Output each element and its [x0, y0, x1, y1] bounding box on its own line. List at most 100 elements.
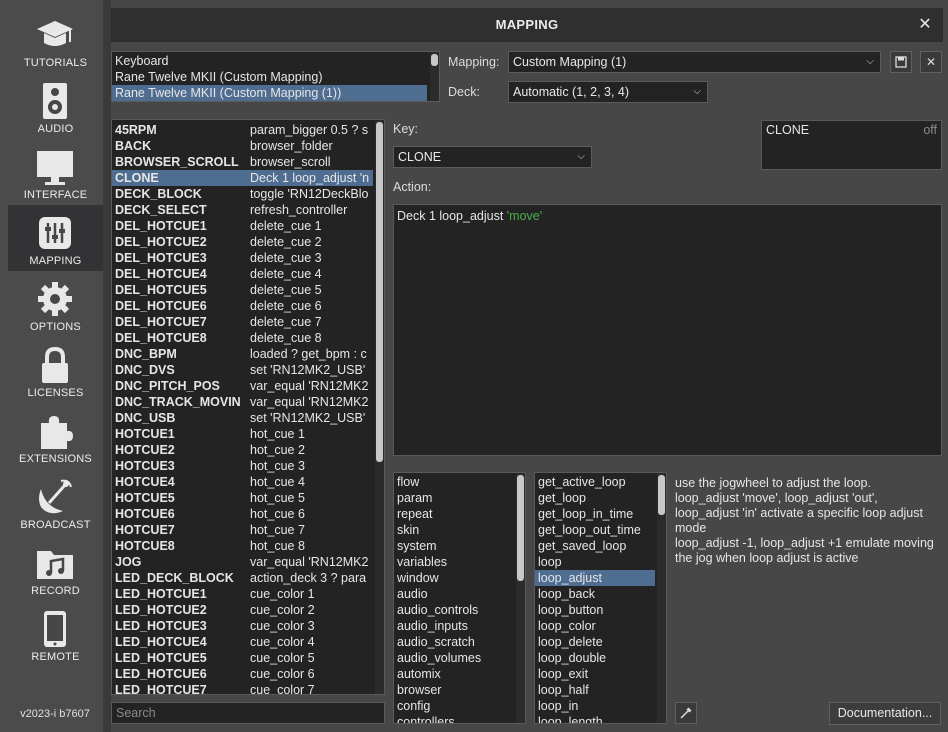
table-row[interactable]: DEL_HOTCUE5 delete_cue 5 — [112, 282, 373, 298]
deck-dropdown[interactable]: Automatic (1, 2, 3, 4) ⌵ — [508, 81, 708, 103]
sidebar-item-audio[interactable]: AUDIO — [8, 73, 103, 139]
action-editor[interactable]: Deck 1 loop_adjust 'move' — [393, 204, 942, 456]
eyedropper-icon[interactable] — [675, 702, 697, 724]
mapping-table-scrollbar[interactable] — [375, 120, 384, 694]
category-item[interactable]: audio_controls — [394, 602, 514, 618]
table-row[interactable]: LED_HOTCUE1 cue_color 1 — [112, 586, 373, 602]
table-row[interactable]: HOTCUE8 hot_cue 8 — [112, 538, 373, 554]
controller-list-item[interactable]: Keyboard — [112, 53, 427, 69]
table-row[interactable]: LED_HOTCUE6 cue_color 6 — [112, 666, 373, 682]
category-item[interactable]: automix — [394, 666, 514, 682]
table-row[interactable]: DEL_HOTCUE3 delete_cue 3 — [112, 250, 373, 266]
category-item[interactable]: variables — [394, 554, 514, 570]
table-row[interactable]: DNC_DVS set 'RN12MK2_USB' — [112, 362, 373, 378]
sidebar-item-extensions[interactable]: EXTENSIONS — [8, 403, 103, 469]
verb-item[interactable]: get_loop — [535, 490, 655, 506]
sidebar-item-options[interactable]: OPTIONS — [8, 271, 103, 337]
sidebar-item-licenses[interactable]: LICENSES — [8, 337, 103, 403]
table-row[interactable]: HOTCUE2 hot_cue 2 — [112, 442, 373, 458]
sidebar-item-interface[interactable]: INTERFACE — [8, 139, 103, 205]
mapping-dropdown[interactable]: Custom Mapping (1) ⌵ — [508, 51, 881, 73]
controller-list-item[interactable]: Rane Twelve MKII (Custom Mapping (1)) — [112, 85, 427, 101]
category-item[interactable]: config — [394, 698, 514, 714]
sidebar-item-broadcast[interactable]: BROADCAST — [8, 469, 103, 535]
key-dropdown[interactable]: CLONE ⌵ — [393, 146, 592, 168]
documentation-button[interactable]: Documentation... — [829, 702, 941, 725]
verb-item[interactable]: loop_back — [535, 586, 655, 602]
verb-item[interactable]: loop_button — [535, 602, 655, 618]
verb-item[interactable]: get_loop_in_time — [535, 506, 655, 522]
category-list[interactable]: flow param repeat skin system variables window… — [393, 472, 526, 724]
table-row[interactable]: LED_HOTCUE3 cue_color 3 — [112, 618, 373, 634]
verb-item[interactable]: loop_length — [535, 714, 655, 723]
category-item[interactable]: audio — [394, 586, 514, 602]
table-row[interactable]: HOTCUE5 hot_cue 5 — [112, 490, 373, 506]
controller-list[interactable]: Keyboard Rane Twelve MKII (Custom Mapping… — [111, 51, 440, 102]
table-row[interactable]: HOTCUE1 hot_cue 1 — [112, 426, 373, 442]
table-row[interactable]: BACK browser_folder — [112, 138, 373, 154]
table-row[interactable]: DNC_BPM loaded ? get_bpm : c — [112, 346, 373, 362]
save-icon[interactable] — [890, 51, 912, 73]
table-row[interactable]: LED_HOTCUE4 cue_color 4 — [112, 634, 373, 650]
table-row[interactable]: CLONE Deck 1 loop_adjust 'n — [112, 170, 373, 186]
table-row[interactable]: HOTCUE3 hot_cue 3 — [112, 458, 373, 474]
sidebar-item-remote[interactable]: REMOTE — [8, 601, 103, 667]
table-row[interactable]: BROWSER_SCROLL browser_scroll — [112, 154, 373, 170]
category-item[interactable]: repeat — [394, 506, 514, 522]
table-row[interactable]: DNC_TRACK_MOVIN var_equal 'RN12MK2 — [112, 394, 373, 410]
verb-item[interactable]: get_saved_loop — [535, 538, 655, 554]
table-row[interactable]: 45RPM param_bigger 0.5 ? s — [112, 122, 373, 138]
table-row[interactable]: LED_HOTCUE7 cue_color 7 — [112, 682, 373, 694]
table-row[interactable]: HOTCUE7 hot_cue 7 — [112, 522, 373, 538]
close-icon[interactable]: ✕ — [915, 15, 935, 35]
search-input[interactable]: Search — [111, 702, 385, 724]
verb-item[interactable]: loop_double — [535, 650, 655, 666]
table-row[interactable]: DNC_PITCH_POS var_equal 'RN12MK2 — [112, 378, 373, 394]
table-row[interactable]: DECK_SELECT refresh_controller — [112, 202, 373, 218]
table-row[interactable]: LED_DECK_BLOCK action_deck 3 ? para — [112, 570, 373, 586]
category-item[interactable]: param — [394, 490, 514, 506]
verb-item[interactable]: get_loop_out_time — [535, 522, 655, 538]
category-item[interactable]: controllers — [394, 714, 514, 723]
category-item[interactable]: audio_inputs — [394, 618, 514, 634]
verb-item[interactable]: loop — [535, 554, 655, 570]
controller-list-item[interactable]: Rane Twelve MKII (Custom Mapping) — [112, 69, 427, 85]
category-item[interactable]: browser — [394, 682, 514, 698]
verb-item[interactable]: loop_half — [535, 682, 655, 698]
verb-item[interactable]: get_active_loop — [535, 474, 655, 490]
table-row[interactable]: JOG var_equal 'RN12MK2 — [112, 554, 373, 570]
delete-icon[interactable]: ✕ — [920, 51, 942, 73]
table-row[interactable]: DNC_USB set 'RN12MK2_USB' — [112, 410, 373, 426]
table-row[interactable]: DEL_HOTCUE7 delete_cue 7 — [112, 314, 373, 330]
table-row[interactable]: DECK_BLOCK toggle 'RN12DeckBlo — [112, 186, 373, 202]
verb-item[interactable]: loop_delete — [535, 634, 655, 650]
verb-list[interactable]: get_active_loop get_loop get_loop_in_time g… — [534, 472, 667, 724]
category-item[interactable]: audio_volumes — [394, 650, 514, 666]
verb-item[interactable]: loop_adjust — [535, 570, 655, 586]
category-item[interactable]: window — [394, 570, 514, 586]
sidebar-item-record[interactable]: RECORD — [8, 535, 103, 601]
verb-item[interactable]: loop_in — [535, 698, 655, 714]
verb-item[interactable]: loop_color — [535, 618, 655, 634]
mapping-table[interactable]: 45RPM param_bigger 0.5 ? s BACK browser_fol… — [111, 119, 385, 695]
table-row[interactable]: DEL_HOTCUE8 delete_cue 8 — [112, 330, 373, 346]
category-item[interactable]: flow — [394, 474, 514, 490]
table-row[interactable]: HOTCUE6 hot_cue 6 — [112, 506, 373, 522]
table-row[interactable]: LED_HOTCUE2 cue_color 2 — [112, 602, 373, 618]
table-row[interactable]: DEL_HOTCUE2 delete_cue 2 — [112, 234, 373, 250]
sidebar-item-mapping[interactable]: MAPPING — [8, 205, 103, 271]
table-row[interactable]: DEL_HOTCUE4 delete_cue 4 — [112, 266, 373, 282]
controller-list-scrollbar[interactable] — [430, 52, 439, 101]
category-item[interactable]: system — [394, 538, 514, 554]
table-row[interactable]: DEL_HOTCUE1 delete_cue 1 — [112, 218, 373, 234]
key-name: BACK — [115, 139, 152, 153]
category-item[interactable]: skin — [394, 522, 514, 538]
table-row[interactable]: HOTCUE4 hot_cue 4 — [112, 474, 373, 490]
category-item[interactable]: audio_scratch — [394, 634, 514, 650]
verb-list-scrollbar[interactable] — [657, 473, 666, 723]
table-row[interactable]: DEL_HOTCUE6 delete_cue 6 — [112, 298, 373, 314]
sidebar-item-tutorials[interactable]: TUTORIALS — [8, 7, 103, 73]
table-row[interactable]: LED_HOTCUE5 cue_color 5 — [112, 650, 373, 666]
category-list-scrollbar[interactable] — [516, 473, 525, 723]
verb-item[interactable]: loop_exit — [535, 666, 655, 682]
